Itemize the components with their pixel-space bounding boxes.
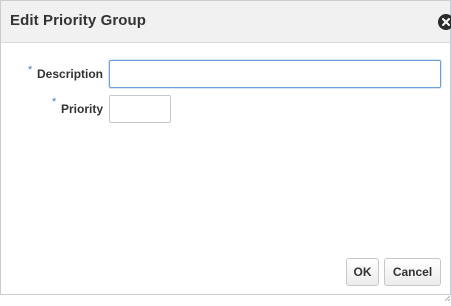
priority-input[interactable] xyxy=(109,95,171,123)
resize-grip-icon[interactable] xyxy=(444,288,451,302)
description-required-marker: * xyxy=(28,64,33,76)
description-label: Description xyxy=(37,67,104,81)
cancel-button[interactable]: Cancel xyxy=(384,258,441,286)
dialog-header: Edit Priority Group xyxy=(1,1,451,43)
priority-required-marker: * xyxy=(52,96,57,108)
description-input[interactable] xyxy=(109,60,441,88)
ok-button[interactable]: OK xyxy=(346,258,379,286)
dialog-title: Edit Priority Group xyxy=(10,12,147,29)
close-icon[interactable] xyxy=(438,14,451,30)
edit-priority-group-dialog: Edit Priority Group * Description * Prio… xyxy=(0,0,451,302)
priority-label: Priority xyxy=(61,102,104,116)
